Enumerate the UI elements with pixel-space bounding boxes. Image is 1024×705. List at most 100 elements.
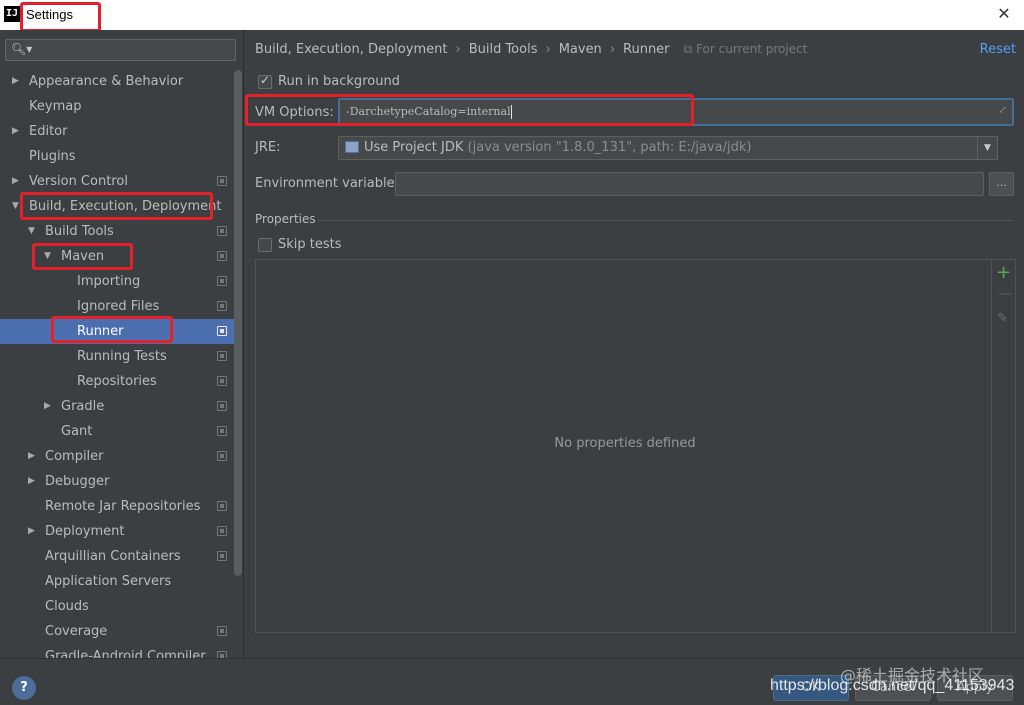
project-scope-icon (217, 526, 227, 536)
env-vars-input[interactable] (395, 172, 984, 196)
collapsed-arrow-icon[interactable]: ▶ (28, 469, 35, 494)
dialog-footer: ? OK Cancel Apply @稀土掘金技术社区 https://blog… (0, 658, 1024, 705)
project-scope-icon (217, 276, 227, 286)
sidebar-item-gradle-android-compiler[interactable]: Gradle-Android Compiler (0, 644, 234, 658)
project-scope-icon: ⧉ (683, 42, 697, 56)
sidebar-item-keymap[interactable]: Keymap (0, 94, 234, 119)
collapsed-arrow-icon[interactable]: ▶ (12, 69, 19, 94)
jre-value: Use Project JDK (364, 140, 464, 155)
sidebar-item-maven[interactable]: ▼ Maven (0, 244, 234, 269)
sidebar-item-coverage[interactable]: Coverage (0, 619, 234, 644)
sidebar-item-label: Compiler (45, 449, 104, 464)
edit-icon[interactable]: ✎ (997, 311, 1008, 326)
sidebar-item-appearance-behavior[interactable]: ▶ Appearance & Behavior (0, 69, 234, 94)
vm-options-input[interactable]: -DarchetypeCatalog=internal ⤢ (338, 98, 1014, 126)
sidebar-item-application-servers[interactable]: Application Servers (0, 569, 234, 594)
project-scope-icon (217, 551, 227, 561)
search-input[interactable]: 🔍︎▾ (5, 39, 236, 61)
sidebar-item-editor[interactable]: ▶ Editor (0, 119, 234, 144)
sidebar-item-arquillian-containers[interactable]: Arquillian Containers (0, 544, 234, 569)
sidebar-item-clouds[interactable]: Clouds (0, 594, 234, 619)
collapsed-arrow-icon[interactable]: ▶ (28, 444, 35, 469)
sidebar-item-runner[interactable]: Runner (0, 319, 234, 344)
sidebar-item-label: Keymap (29, 99, 82, 114)
title-bar: IJ Settings ✕ (0, 0, 1024, 30)
vm-options-label: VM Options: (255, 105, 334, 120)
sidebar-item-label: Deployment (45, 524, 125, 539)
sidebar-item-label: Build Tools (45, 224, 114, 239)
jre-select[interactable]: Use Project JDK (java version "1.8.0_131… (338, 136, 998, 160)
sidebar-item-compiler[interactable]: ▶ Compiler (0, 444, 234, 469)
sidebar-item-label: Debugger (45, 474, 110, 489)
sidebar-item-build-tools[interactable]: ▼ Build Tools (0, 219, 234, 244)
breadcrumb: Build, Execution, Deployment › Build Tools… (255, 42, 807, 57)
search-icon: 🔍︎▾ (11, 42, 33, 56)
sidebar-item-label: Gant (61, 424, 93, 439)
expanded-arrow-icon[interactable]: ▼ (12, 194, 19, 219)
sidebar-item-repositories[interactable]: Repositories (0, 369, 234, 394)
vm-options-value: -DarchetypeCatalog=internal (346, 105, 511, 118)
project-scope-icon (217, 401, 227, 411)
collapsed-arrow-icon[interactable]: ▶ (12, 169, 19, 194)
sidebar-item-label: Maven (61, 249, 105, 264)
sidebar-item-label: Application Servers (45, 574, 172, 589)
sidebar-item-label: Editor (29, 124, 68, 139)
sidebar-item-label: Coverage (45, 624, 108, 639)
sidebar-item-debugger[interactable]: ▶ Debugger (0, 469, 234, 494)
sidebar-item-build-execution-deployment[interactable]: ▼ Build, Execution, Deployment (0, 194, 234, 219)
sidebar-item-label: Remote Jar Repositories (45, 499, 201, 514)
sidebar-item-gant[interactable]: Gant (0, 419, 234, 444)
breadcrumb-separator: › (455, 42, 461, 57)
breadcrumb-item: Build, Execution, Deployment (255, 42, 448, 57)
breadcrumb-separator: › (545, 42, 551, 57)
sidebar-item-version-control[interactable]: ▶ Version Control (0, 169, 234, 194)
close-icon[interactable]: ✕ (994, 4, 1014, 24)
reset-link[interactable]: Reset (980, 42, 1016, 57)
watermark-url: https://blog.csdn.net/qq_41153943 (770, 677, 1015, 694)
sidebar-item-label: Gradle (61, 399, 105, 414)
breadcrumb-item: Maven (558, 42, 602, 57)
sidebar-item-ignored-files[interactable]: Ignored Files (0, 294, 234, 319)
main-panel: Build, Execution, Deployment › Build Tools… (245, 30, 1024, 658)
skip-tests-checkbox[interactable] (258, 238, 272, 252)
properties-table[interactable]: No properties defined + — ✎ (255, 259, 1016, 633)
sidebar-item-plugins[interactable]: Plugins (0, 144, 234, 169)
sidebar-item-running-tests[interactable]: Running Tests (0, 344, 234, 369)
env-vars-label: Environment variables: (255, 176, 406, 191)
sidebar-item-label: Runner (77, 324, 124, 339)
jre-detail: (java version "1.8.0_131", path: E:/java… (467, 140, 752, 155)
chevron-down-icon[interactable]: ▼ (977, 136, 998, 160)
project-scope-icon (217, 226, 227, 236)
project-scope-icon (217, 301, 227, 311)
expanded-arrow-icon[interactable]: ▼ (44, 244, 51, 269)
sidebar-item-label: Version Control (29, 174, 128, 189)
add-icon[interactable]: + (996, 262, 1011, 283)
sidebar-item-deployment[interactable]: ▶ Deployment (0, 519, 234, 544)
collapsed-arrow-icon[interactable]: ▶ (28, 519, 35, 544)
intellij-icon: IJ (4, 6, 20, 22)
window-title: Settings (26, 7, 73, 22)
run-in-background-label: Run in background (278, 74, 400, 89)
breadcrumb-item: Build Tools (468, 42, 538, 57)
sidebar-item-remote-jar-repositories[interactable]: Remote Jar Repositories (0, 494, 234, 519)
project-scope-icon (217, 376, 227, 386)
sidebar-item-label: Clouds (45, 599, 89, 614)
sidebar-item-gradle[interactable]: ▶ Gradle (0, 394, 234, 419)
sidebar-item-label: Running Tests (77, 349, 167, 364)
remove-icon[interactable]: — (998, 286, 1012, 302)
sidebar-item-label: Importing (77, 274, 141, 289)
skip-tests-label: Skip tests (278, 237, 342, 252)
properties-divider (317, 220, 1014, 221)
env-vars-browse-button[interactable]: ... (989, 172, 1014, 196)
collapsed-arrow-icon[interactable]: ▶ (44, 394, 51, 419)
expanded-arrow-icon[interactable]: ▼ (28, 219, 35, 244)
sidebar-item-importing[interactable]: Importing (0, 269, 234, 294)
expand-icon[interactable]: ⤢ (999, 105, 1007, 116)
collapsed-arrow-icon[interactable]: ▶ (12, 119, 19, 144)
sidebar-scrollbar[interactable] (234, 70, 242, 576)
sidebar-item-label: Ignored Files (77, 299, 160, 314)
help-icon[interactable]: ? (12, 676, 36, 700)
settings-tree: ▶ Appearance & Behavior Keymap ▶ Editor Plugi… (0, 69, 234, 658)
breadcrumb-item: Runner (623, 42, 670, 57)
run-in-background-checkbox[interactable] (258, 73, 272, 89)
